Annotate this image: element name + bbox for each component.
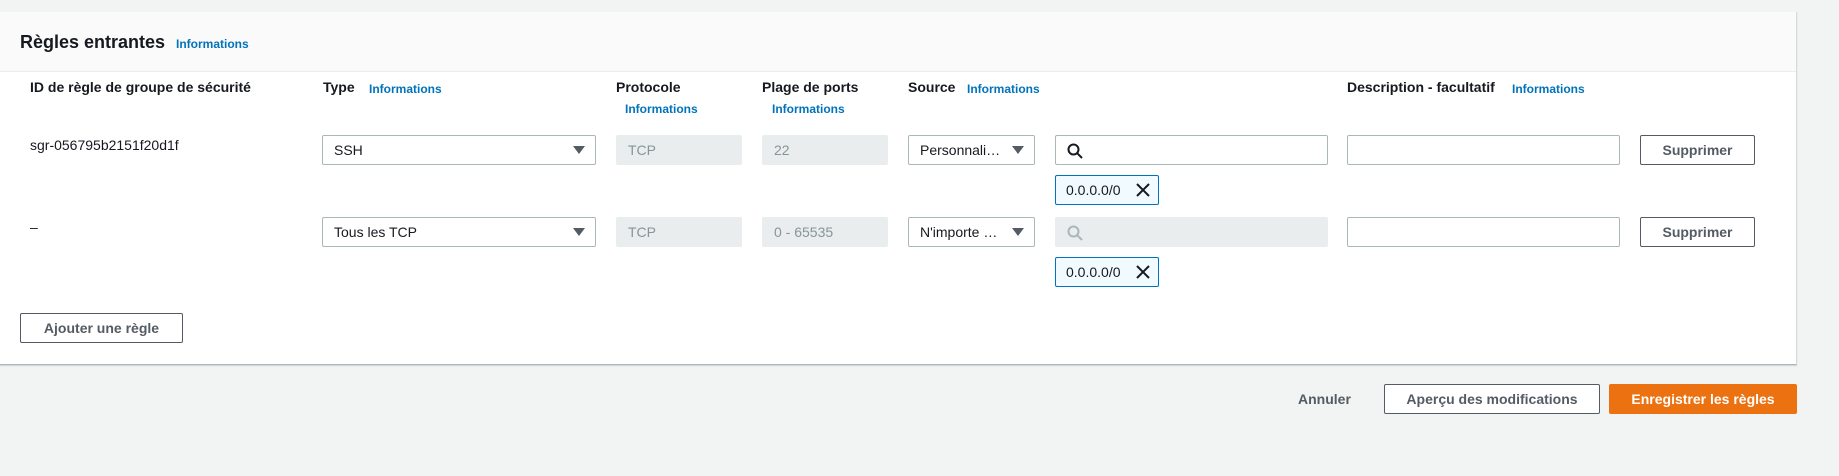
type-select[interactable]: SSH [322,135,596,165]
type-select-value: SSH [334,142,363,158]
protocol-field: TCP [616,217,742,247]
rule-id: sgr-056795b2151f20d1f [30,137,179,153]
col-header-source: Source [908,79,956,95]
col-header-rule-id: ID de règle de groupe de sécurité [30,79,251,95]
rule-id: – [30,219,38,235]
source-token: 0.0.0.0/0 [1055,175,1159,205]
col-header-port-range: Plage de ports [762,79,859,95]
search-icon [1067,225,1083,241]
search-icon [1067,143,1083,159]
caret-down-icon [1012,228,1024,236]
panel-title: Règles entrantes [20,32,166,52]
source-token-label: 0.0.0.0/0 [1066,182,1121,198]
source-type-select[interactable]: N'importe … [908,217,1035,247]
source-token: 0.0.0.0/0 [1055,257,1159,287]
col-header-protocol: Protocole [616,79,681,95]
source-token-label: 0.0.0.0/0 [1066,264,1121,280]
caret-down-icon [1012,146,1024,154]
cancel-button[interactable]: Annuler [1298,391,1351,407]
description-input[interactable] [1347,135,1620,165]
save-rules-button[interactable]: Enregistrer les règles [1609,384,1797,414]
inbound-rules-panel: Règles entrantes Informations ID de règl… [0,12,1797,365]
protocol-field: TCP [616,135,742,165]
add-rule-button[interactable]: Ajouter une règle [20,313,183,343]
source-type-value: N'importe … [920,224,998,240]
source-info-link[interactable]: Informations [967,82,1040,96]
source-search-input [1055,217,1328,247]
caret-down-icon [573,146,585,154]
description-info-link[interactable]: Informations [1512,82,1585,96]
type-select-value: Tous les TCP [334,224,417,240]
panel-info-link[interactable]: Informations [176,37,249,51]
close-icon[interactable] [1135,264,1151,280]
port-range-field: 0 - 65535 [762,217,888,247]
caret-down-icon [573,228,585,236]
port-range-info-link[interactable]: Informations [772,102,845,116]
preview-changes-button[interactable]: Aperçu des modifications [1384,384,1600,414]
port-range-field: 22 [762,135,888,165]
panel-header: Règles entrantes Informations [0,12,1796,72]
type-info-link[interactable]: Informations [369,82,442,96]
source-search-input[interactable] [1055,135,1328,165]
type-select[interactable]: Tous les TCP [322,217,596,247]
col-header-type: Type [323,79,355,95]
col-header-description: Description - facultatif [1347,79,1495,95]
close-icon[interactable] [1135,182,1151,198]
protocol-info-link[interactable]: Informations [625,102,698,116]
source-type-select[interactable]: Personnalis… [908,135,1035,165]
source-type-value: Personnalis… [920,142,1008,158]
description-input[interactable] [1347,217,1620,247]
delete-rule-button[interactable]: Supprimer [1640,135,1755,165]
delete-rule-button[interactable]: Supprimer [1640,217,1755,247]
